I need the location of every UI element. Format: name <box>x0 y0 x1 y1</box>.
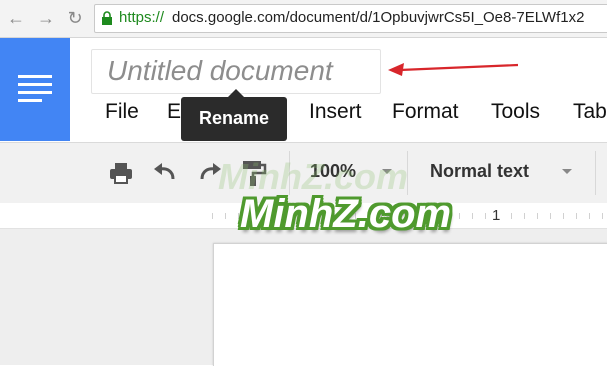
dropdown-caret-icon[interactable] <box>562 169 572 174</box>
watermark: MinhZ.com <box>240 192 452 236</box>
document-title-field[interactable]: Untitled document <box>91 49 381 94</box>
document-canvas <box>0 229 607 366</box>
menu-edit[interactable]: E <box>167 100 181 124</box>
menu-file[interactable]: File <box>105 100 139 124</box>
print-icon[interactable] <box>107 159 135 187</box>
forward-icon[interactable]: → <box>35 0 57 37</box>
browser-toolbar: ← → ↻ https:// docs.google.com/document/… <box>0 0 607 38</box>
ruler-marker: 1 <box>490 207 503 224</box>
document-page[interactable] <box>213 243 607 366</box>
menu-table[interactable]: Tab <box>573 100 607 124</box>
paragraph-style-select[interactable]: Normal text <box>430 161 529 182</box>
document-title: Untitled document <box>107 55 333 86</box>
toolbar-divider <box>595 151 596 195</box>
address-bar[interactable]: https:// docs.google.com/document/d/1Opb… <box>94 4 607 33</box>
reload-icon[interactable]: ↻ <box>64 0 86 37</box>
menu-bar: File E Insert Format Tools Tab <box>0 98 607 130</box>
menu-insert[interactable]: Insert <box>309 100 362 124</box>
back-icon[interactable]: ← <box>5 0 27 37</box>
lock-icon <box>102 11 112 25</box>
undo-icon[interactable] <box>151 159 179 187</box>
annotation-arrow-icon <box>388 63 519 76</box>
rename-tooltip: Rename <box>181 89 287 141</box>
url-text: docs.google.com/document/d/1OpbuvjwrCs5I… <box>172 9 585 26</box>
url-scheme: https:// <box>119 9 165 26</box>
tooltip-label: Rename <box>198 108 270 128</box>
menu-tools[interactable]: Tools <box>491 100 540 124</box>
menu-format[interactable]: Format <box>392 100 459 124</box>
